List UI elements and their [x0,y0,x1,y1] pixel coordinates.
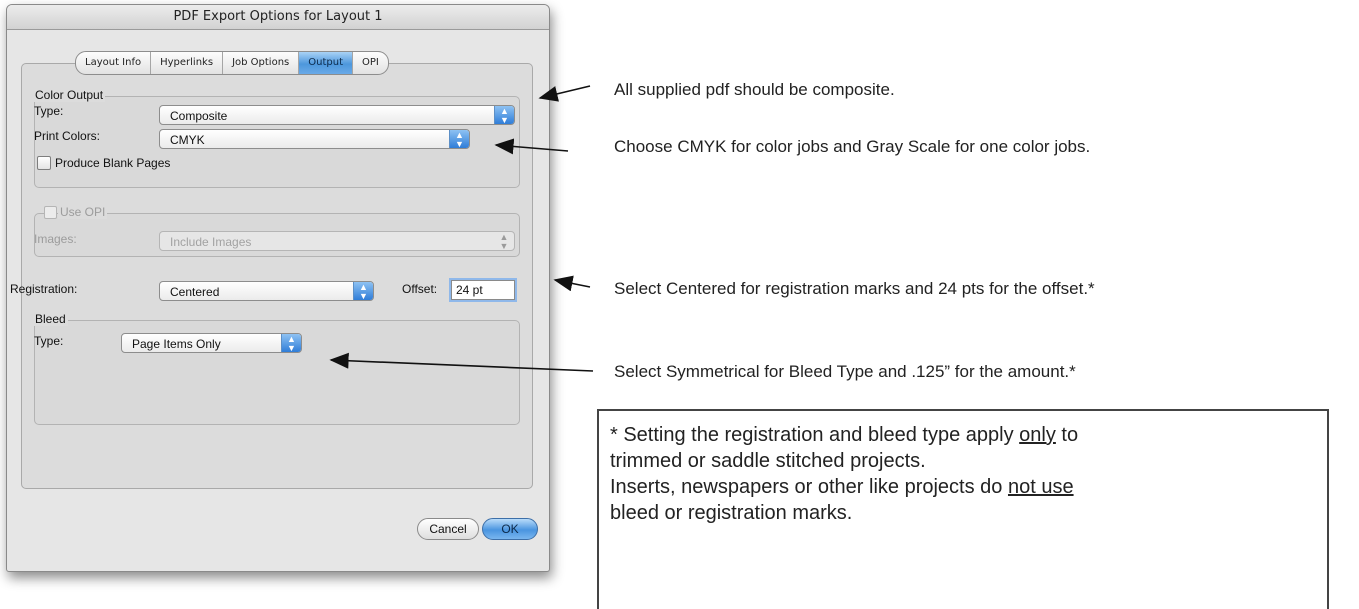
bleed-type-label: Type: [34,334,64,348]
print-colors-select[interactable]: CMYK ▲ ▼ [159,129,470,149]
tab-hyperlinks[interactable]: Hyperlinks [151,52,224,74]
tab-layout-info[interactable]: Layout Info [76,52,152,74]
bleed-group-label: Bleed [33,312,68,326]
footnote-not-use-underlined: not use [1007,476,1074,498]
tab-output[interactable]: Output [299,52,353,74]
footnote-box: * Setting the registration and bleed typ… [597,409,1329,609]
bleed-type-select[interactable]: Page Items Only ▲ ▼ [121,333,302,353]
images-select-value: Include Images [170,235,252,249]
note-composite: All supplied pdf should be composite. [614,80,895,99]
registration-label: Registration: [10,282,78,296]
footnote-line-2: trimmed or saddle stitched projects. [610,450,926,472]
use-opi-checkbox[interactable] [44,206,57,219]
chevron-updown-icon: ▲ ▼ [449,130,469,148]
images-select[interactable]: Include Images ▲ ▼ [159,231,515,251]
ok-button[interactable]: OK [482,518,538,540]
bleed-type-value: Page Items Only [132,337,221,351]
offset-field[interactable]: 24 pt [451,280,515,300]
footnote-line-3-text: Inserts, newspapers or other like projec… [610,476,1008,498]
type-label: Type: [34,104,64,118]
print-colors-label: Print Colors: [34,129,101,143]
chevron-updown-icon: ▲ ▼ [499,232,509,251]
footnote-line-1-end: to [1055,424,1079,446]
note-cmyk: Choose CMYK for color jobs and Gray Scal… [614,137,1091,156]
produce-blank-pages-checkbox[interactable] [37,156,51,170]
pdf-export-dialog: PDF Export Options for Layout 1 Layout I… [6,4,550,572]
type-select[interactable]: Composite ▲ ▼ [159,105,515,125]
note-bleed: Select Symmetrical for Bleed Type and .1… [614,362,1076,381]
arrow-registration [553,275,591,292]
dialog-title: PDF Export Options for Layout 1 [7,5,549,30]
registration-value: Centered [170,285,220,299]
footnote-line-4: bleed or registration marks. [610,502,853,524]
tab-job-options[interactable]: Job Options [223,52,300,74]
chevron-updown-icon: ▲ ▼ [494,106,514,124]
tab-bar: Layout Info Hyperlinks Job Options Outpu… [75,51,389,75]
chevron-updown-icon: ▲ ▼ [281,334,301,352]
footnote-line-3: Inserts, newspapers or other like projec… [610,474,1327,500]
offset-label: Offset: [402,282,438,296]
footnote-only-underlined: only [1019,424,1056,446]
print-colors-value: CMYK [170,133,205,147]
images-label: Images: [34,232,77,246]
color-output-group-label: Color Output [33,88,106,102]
type-select-value: Composite [170,109,228,123]
use-opi-label: Use OPI [58,205,108,219]
note-registration: Select Centered for registration marks a… [614,279,1095,298]
footnote-line-1: * Setting the registration and bleed typ… [610,422,1327,448]
footnote-line-1-text: * Setting the registration and bleed typ… [610,424,1020,446]
produce-blank-pages-label: Produce Blank Pages [55,156,171,170]
registration-select[interactable]: Centered ▲ ▼ [159,281,374,301]
chevron-updown-icon: ▲ ▼ [353,282,373,300]
cancel-button[interactable]: Cancel [417,518,479,540]
tab-opi[interactable]: OPI [353,52,388,74]
